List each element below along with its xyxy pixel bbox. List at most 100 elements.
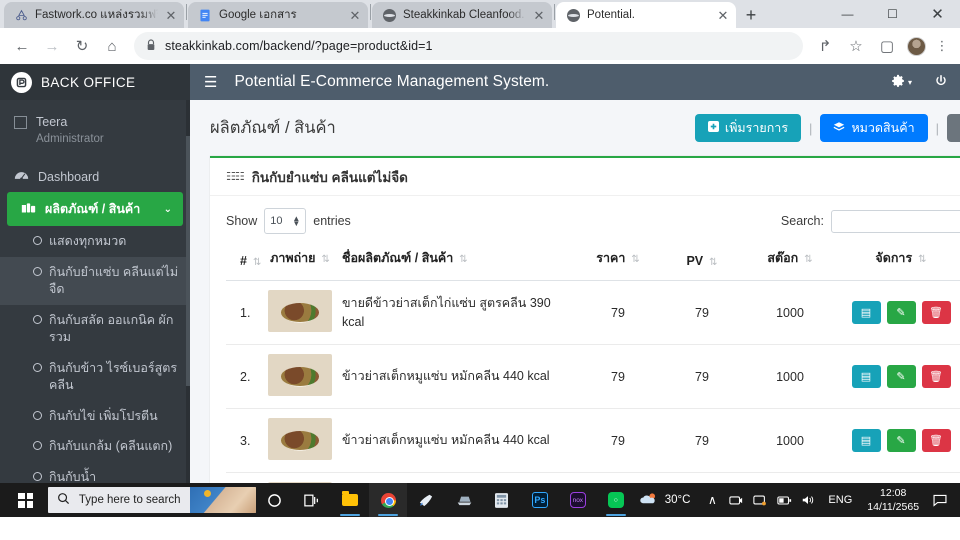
- screenshot-icon[interactable]: [748, 494, 772, 506]
- entries-select[interactable]: 10 ▲ ▼: [264, 208, 307, 234]
- table-row[interactable]: 2. ข้าวย่าสเต็กหมูแซ่บ หมักคลีน 440 kcal…: [226, 344, 960, 409]
- drag-grip-icon[interactable]: ☷☷: [226, 170, 245, 183]
- table-row[interactable]: 3. ข้าวย่าสเต็กหมูแซ่บ หมักคลีน 440 kcal…: [226, 408, 960, 473]
- sort-icon: ⇅: [631, 254, 640, 265]
- nox-icon[interactable]: nox: [559, 483, 597, 517]
- notification-icon[interactable]: [926, 494, 954, 507]
- browser-tab-3[interactable]: Steakkinkab Cleanfood. ✕: [372, 2, 552, 28]
- trash-icon[interactable]: 🗑: [921, 301, 951, 324]
- length-control: Show 10 ▲ ▼ entries: [226, 208, 351, 234]
- detail-icon[interactable]: ▤: [851, 301, 881, 324]
- table-row[interactable]: 1. ขายดีข้าวย่าสเต็กไก่แซ่บ สูตรคลีน 390…: [226, 280, 960, 345]
- cortana-icon[interactable]: [256, 483, 294, 517]
- edit-icon[interactable]: ✎: [886, 301, 916, 324]
- address-bar[interactable]: steakkinkab.com/backend/?page=product&id…: [134, 32, 803, 60]
- sidebar-brand[interactable]: BACK OFFICE: [0, 64, 190, 100]
- sidebar-subitem-all[interactable]: แสดงทุกหมวด: [0, 226, 190, 257]
- col-actions[interactable]: จัดการ ⇅: [836, 238, 960, 281]
- edit-icon[interactable]: ✎: [886, 365, 916, 388]
- browser-menu-icon[interactable]: ⋮: [932, 38, 952, 54]
- trash-icon[interactable]: 🗑: [921, 365, 951, 388]
- col-photo[interactable]: ภาพถ่าย ⇅: [262, 238, 338, 281]
- table-wrapper: # ⇅ ภาพถ่าย ⇅ ชื่อผลิตภัณฑ์ / สินค้า ⇅ ราคา…: [210, 238, 960, 483]
- back-icon[interactable]: ←: [8, 32, 36, 60]
- col-name[interactable]: ชื่อผลิตภัณฑ์ / สินค้า ⇅: [338, 238, 576, 281]
- sidebar-subitem-egg[interactable]: กินกับไข่ เพิ่มโปรตีน: [0, 401, 190, 432]
- close-icon[interactable]: ✕: [165, 9, 177, 22]
- edit-icon[interactable]: ✎: [886, 429, 916, 452]
- taskbar-clock[interactable]: 12:08 14/11/2565: [860, 486, 926, 514]
- camera-icon[interactable]: [724, 494, 748, 506]
- home-icon[interactable]: ⌂: [98, 32, 126, 60]
- close-icon[interactable]: ✕: [717, 9, 729, 22]
- category-button[interactable]: หมวดสินค้า: [820, 114, 928, 142]
- col-price-label: ราคา: [596, 251, 626, 265]
- new-tab-button[interactable]: +: [737, 2, 765, 28]
- col-number[interactable]: # ⇅: [226, 238, 262, 281]
- scanner-icon[interactable]: [445, 483, 483, 517]
- trash-button[interactable]: [947, 114, 960, 142]
- sidebar-subitem-yum[interactable]: กินกับยำแซ่บ คลีนแต่ไม่จืด: [0, 257, 190, 305]
- entries-label: entries: [313, 214, 351, 228]
- row-price: 79: [576, 280, 660, 345]
- sidebar-user-panel[interactable]: Teera Administrator: [0, 100, 190, 152]
- browser-tab-1[interactable]: Fastwork.co แหล่งรวมฟรีแลนซ์คุณภ ✕: [4, 2, 184, 28]
- add-item-button[interactable]: เพิ่มรายการ: [694, 114, 802, 142]
- file-explorer-icon[interactable]: [331, 483, 369, 517]
- avatar[interactable]: [907, 36, 926, 56]
- close-icon[interactable]: ✕: [349, 9, 361, 22]
- reload-icon[interactable]: ↻: [68, 32, 96, 60]
- user-role: Administrator: [36, 133, 104, 146]
- detail-icon[interactable]: ▤: [851, 429, 881, 452]
- col-price[interactable]: ราคา ⇅: [576, 238, 660, 281]
- photoshop-icon[interactable]: Ps: [521, 483, 559, 517]
- language-indicator[interactable]: ENG: [820, 494, 860, 506]
- row-image-cell: [262, 472, 338, 483]
- chrome-icon[interactable]: [369, 483, 408, 517]
- window-close-button[interactable]: ✕: [915, 0, 960, 28]
- hamburger-menu-icon[interactable]: ☰: [204, 73, 217, 91]
- share-icon[interactable]: ↱: [811, 32, 839, 60]
- sidebar-subitem-rice[interactable]: กินกับข้าว ไรซ์เบอร์สูตรคลีน: [0, 353, 190, 401]
- windows-start-icon[interactable]: [4, 483, 48, 517]
- detail-icon[interactable]: ▤: [851, 365, 881, 388]
- close-icon[interactable]: ✕: [533, 9, 545, 22]
- power-icon[interactable]: [934, 74, 948, 91]
- battery-icon[interactable]: [772, 495, 796, 506]
- task-view-icon[interactable]: [293, 483, 331, 517]
- product-thumbnail: [268, 418, 332, 460]
- browser-tab-2[interactable]: Google เอกสาร ✕: [188, 2, 368, 28]
- sidebar-nav: Dashboard ผลิตภัณฑ์ / สินค้า ⌄ แสดงทุกหม…: [0, 162, 190, 483]
- browser-tab-4-active[interactable]: Potential. ✕: [556, 2, 736, 28]
- sidebar-item-dashboard[interactable]: Dashboard: [0, 162, 190, 192]
- volume-icon[interactable]: [796, 494, 820, 506]
- clock-time: 12:08: [880, 486, 907, 499]
- row-price: 79: [576, 344, 660, 409]
- weather-widget[interactable]: 30°C: [635, 492, 701, 509]
- search-input[interactable]: [831, 209, 960, 233]
- weather-temperature: 30°C: [664, 494, 691, 506]
- sidebar-subitem-klaem[interactable]: กินกับแกล้ม (คลีนแตก): [0, 431, 190, 462]
- col-pv[interactable]: PV ⇅: [660, 238, 744, 281]
- line-icon[interactable]: ○: [597, 483, 635, 517]
- col-pv-label: PV: [686, 254, 704, 268]
- bookmark-star-icon[interactable]: ☆: [842, 32, 870, 60]
- dashboard-icon: [14, 169, 29, 185]
- trash-icon[interactable]: 🗑: [921, 429, 951, 452]
- paint-icon[interactable]: [407, 483, 445, 517]
- forward-icon[interactable]: →: [38, 32, 66, 60]
- taskbar-search[interactable]: Type here to search: [47, 487, 256, 513]
- calculator-icon[interactable]: [483, 483, 521, 517]
- col-stock[interactable]: สต๊อก ⇅: [744, 238, 836, 281]
- table-row[interactable]: 4. ข้าวย่าทูน่าแซ่บ สูตรคลีน 335 kcal 79…: [226, 472, 960, 483]
- sidebar-subitem-label: กินกับสลัด ออแกนิค ผักรวม: [49, 313, 174, 344]
- sidebar-subitem-drink[interactable]: กินกับน้ำ: [0, 462, 190, 483]
- user-name: Teera: [36, 115, 68, 129]
- side-panel-icon[interactable]: ▢: [873, 32, 901, 60]
- minimize-button[interactable]: —: [825, 0, 870, 28]
- tray-chevron-up-icon[interactable]: ∧: [700, 493, 724, 507]
- sidebar-subitem-salad[interactable]: กินกับสลัด ออแกนิค ผักรวม: [0, 305, 190, 353]
- sidebar-item-products[interactable]: ผลิตภัณฑ์ / สินค้า ⌄: [7, 192, 183, 227]
- maximize-button[interactable]: ☐: [870, 0, 915, 28]
- settings-menu[interactable]: ▾: [891, 74, 912, 91]
